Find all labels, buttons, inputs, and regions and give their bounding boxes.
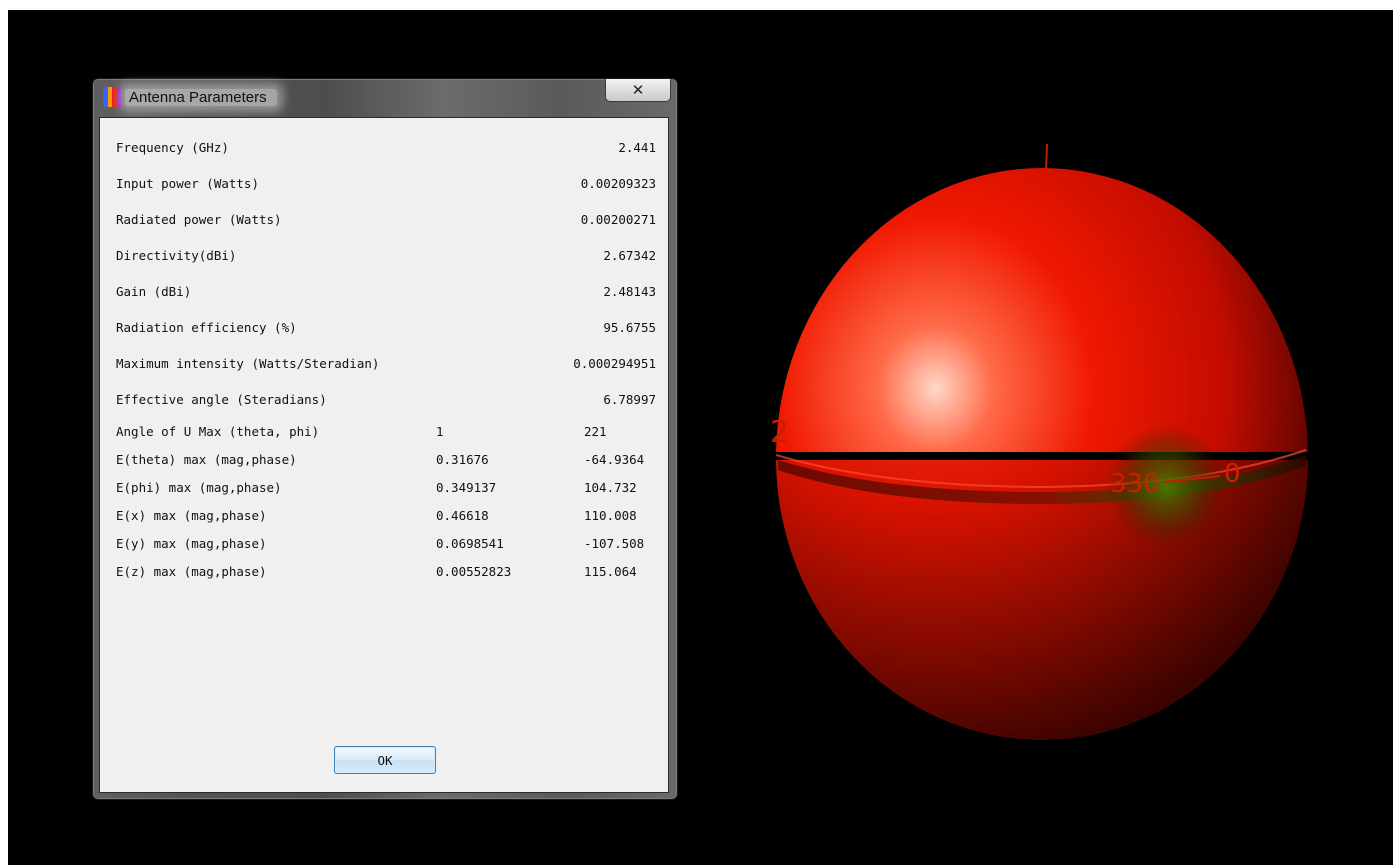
- field-value-a: 0.349137: [436, 480, 497, 495]
- desktop-screen: Antenna Parameters ✕ Frequency (GHz) 2.4…: [0, 0, 1393, 865]
- param-value: 6.78997: [603, 392, 656, 407]
- field-label: E(x) max (mag,phase): [116, 508, 267, 523]
- spectrum-bars-icon: [103, 87, 121, 107]
- param-value: 2.48143: [603, 284, 656, 299]
- param-row-frequency: Frequency (GHz) 2.441: [116, 140, 656, 160]
- param-label: Radiated power (Watts): [116, 212, 282, 227]
- param-value: 95.6755: [603, 320, 656, 335]
- field-row-e-y-max: E(y) max (mag,phase) 0.0698541 -107.508: [116, 536, 656, 556]
- param-label: Input power (Watts): [116, 176, 259, 191]
- param-row-maximum-intensity: Maximum intensity (Watts/Steradian) 0.00…: [116, 356, 656, 376]
- param-row-radiated-power: Radiated power (Watts) 0.00200271: [116, 212, 656, 232]
- axis-label: 0: [1224, 459, 1241, 489]
- radiation-pattern-svg: 2 330 0: [770, 143, 1308, 740]
- dialog-titlebar[interactable]: Antenna Parameters ✕: [93, 79, 677, 113]
- close-icon: ✕: [631, 80, 645, 99]
- param-row-radiation-efficiency: Radiation efficiency (%) 95.6755: [116, 320, 656, 340]
- field-value-a: 0.46618: [436, 508, 489, 523]
- param-row-gain: Gain (dBi) 2.48143: [116, 284, 656, 304]
- param-label: Radiation efficiency (%): [116, 320, 297, 335]
- axis-label: 330: [1110, 469, 1160, 499]
- field-value-a: 0.31676: [436, 452, 489, 467]
- param-label: Maximum intensity (Watts/Steradian): [116, 356, 380, 371]
- param-label: Gain (dBi): [116, 284, 192, 299]
- param-row-directivity: Directivity(dBi) 2.67342: [116, 248, 656, 268]
- param-value: 0.00209323: [580, 176, 656, 191]
- close-button[interactable]: ✕: [605, 79, 671, 102]
- z-axis-tick: [1045, 143, 1048, 173]
- radiation-pattern-3d-view[interactable]: 2 330 0: [700, 120, 1393, 780]
- axis-label: 2: [770, 415, 789, 450]
- screen-border-left: [0, 0, 8, 865]
- param-row-effective-angle: Effective angle (Steradians) 6.78997: [116, 392, 656, 412]
- field-value-a: 0.0698541: [436, 536, 504, 551]
- param-value: 0.000294951: [573, 356, 656, 371]
- field-value-b: 115.064: [584, 564, 637, 579]
- field-value-a: 1: [436, 424, 444, 439]
- field-value-b: -64.9364: [584, 452, 645, 467]
- antenna-parameters-dialog: Antenna Parameters ✕ Frequency (GHz) 2.4…: [92, 78, 678, 800]
- param-label: Directivity(dBi): [116, 248, 237, 263]
- field-label: E(theta) max (mag,phase): [116, 452, 297, 467]
- field-value-a: 0.00552823: [436, 564, 512, 579]
- param-label: Effective angle (Steradians): [116, 392, 327, 407]
- screen-border-top: [0, 0, 1393, 10]
- field-label: Angle of U Max (theta, phi): [116, 424, 320, 439]
- param-label: Frequency (GHz): [116, 140, 229, 155]
- field-label: E(phi) max (mag,phase): [116, 480, 282, 495]
- param-value: 2.441: [618, 140, 656, 155]
- field-row-e-phi-max: E(phi) max (mag,phase) 0.349137 104.732: [116, 480, 656, 500]
- field-label: E(y) max (mag,phase): [116, 536, 267, 551]
- field-row-angle-of-u-max: Angle of U Max (theta, phi) 1 221: [116, 424, 656, 444]
- field-value-b: 110.008: [584, 508, 637, 523]
- dialog-title: Antenna Parameters: [125, 89, 277, 106]
- param-row-input-power: Input power (Watts) 0.00209323: [116, 176, 656, 196]
- field-row-e-x-max: E(x) max (mag,phase) 0.46618 110.008: [116, 508, 656, 528]
- param-value: 0.00200271: [580, 212, 656, 227]
- field-value-b: 104.732: [584, 480, 637, 495]
- field-row-e-z-max: E(z) max (mag,phase) 0.00552823 115.064: [116, 564, 656, 584]
- param-value: 2.67342: [603, 248, 656, 263]
- field-label: E(z) max (mag,phase): [116, 564, 267, 579]
- dialog-content: Frequency (GHz) 2.441 Input power (Watts…: [99, 117, 669, 793]
- field-value-b: 221: [584, 424, 607, 439]
- field-value-b: -107.508: [584, 536, 645, 551]
- ok-button[interactable]: OK: [334, 746, 436, 774]
- field-row-e-theta-max: E(theta) max (mag,phase) 0.31676 -64.936…: [116, 452, 656, 472]
